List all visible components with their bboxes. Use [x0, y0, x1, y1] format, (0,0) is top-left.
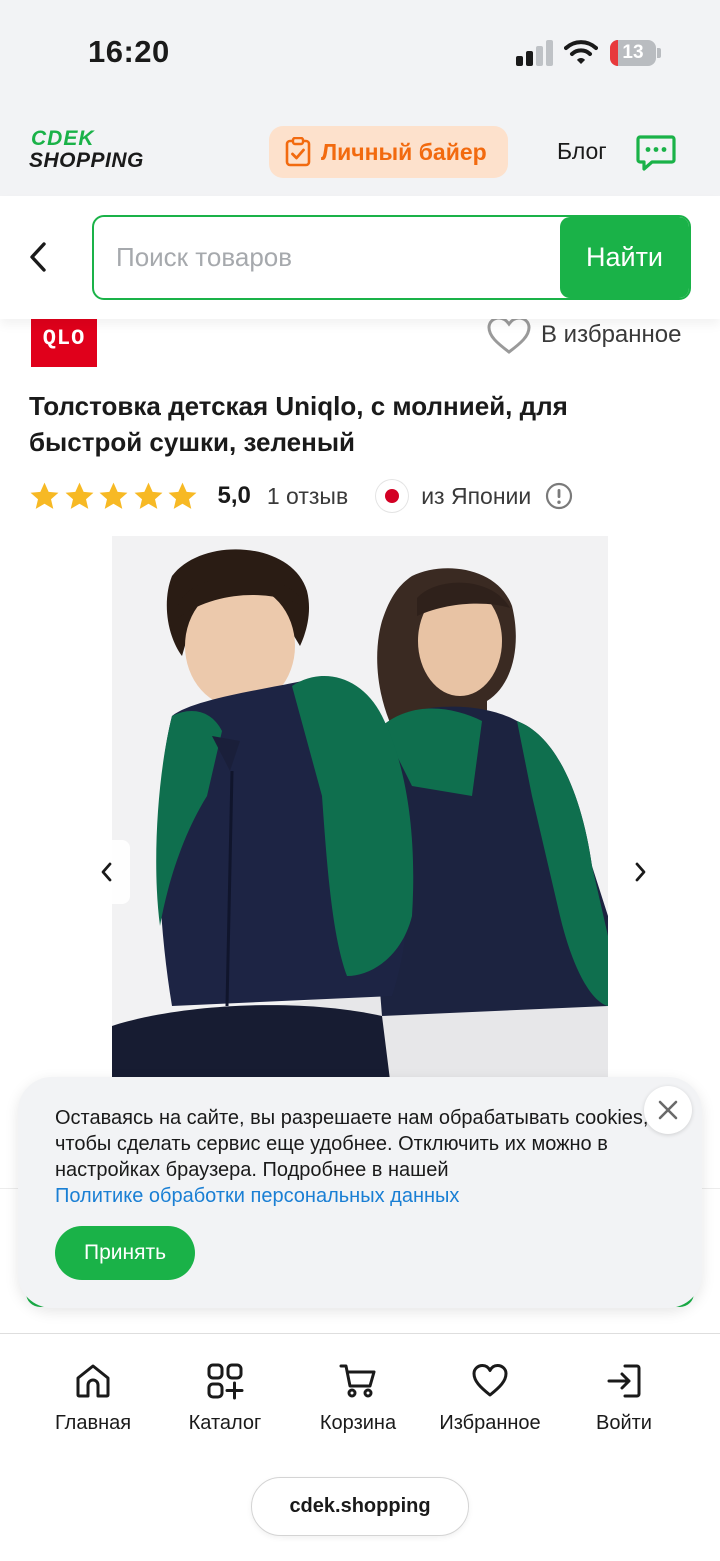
search-box: Найти [92, 215, 691, 300]
nav-login-label: Войти [596, 1412, 652, 1434]
cookie-banner: Оставаясь на сайте, вы разрешаете нам об… [18, 1077, 702, 1308]
brand-logo-line2: QLO [42, 326, 86, 351]
nav-cart[interactable]: Корзина [293, 1362, 423, 1435]
origin-country: из Японии [421, 482, 532, 509]
cart-icon [339, 1364, 376, 1398]
reviews-link[interactable]: 1 отзыв [267, 483, 348, 510]
product-photo [112, 536, 608, 1096]
home-icon [76, 1364, 110, 1398]
cookie-text: Оставаясь на сайте, вы разрешаете нам об… [55, 1105, 655, 1209]
cookie-accept-button[interactable]: Принять [55, 1226, 195, 1280]
cookie-message: Оставаясь на сайте, вы разрешаете нам об… [55, 1107, 649, 1181]
nav-login[interactable]: Войти [559, 1362, 689, 1435]
rating-row: 5,0 1 отзыв из Японии [29, 478, 573, 514]
status-time: 16:20 [88, 34, 170, 69]
rating-value: 5,0 [217, 482, 251, 509]
info-icon[interactable] [545, 482, 573, 510]
catalog-icon [207, 1363, 244, 1400]
nav-favorites[interactable]: Избранное [425, 1362, 555, 1435]
heart-outline-icon [487, 316, 531, 354]
signal-icon [516, 40, 554, 66]
wifi-icon [564, 40, 598, 64]
nav-catalog-label: Каталог [188, 1412, 262, 1434]
star-icon [134, 482, 162, 509]
battery-level: 13 [622, 42, 644, 63]
favorites-label: В избранное [541, 321, 682, 348]
product-title: Толстовка детская Uniqlo, с молнией, для… [29, 391, 568, 457]
gallery-prev-button[interactable] [84, 840, 130, 904]
chevron-right-icon [635, 862, 646, 882]
close-icon [658, 1100, 678, 1120]
product-image[interactable] [112, 536, 608, 1096]
personal-buyer-button[interactable]: Личный байер [269, 126, 508, 178]
battery-icon: 13 [610, 40, 656, 66]
nav-catalog[interactable]: Каталог [160, 1362, 290, 1435]
star-icon [168, 482, 197, 509]
search-row: Найти [0, 196, 720, 319]
login-icon [607, 1364, 641, 1398]
cookie-close-button[interactable] [644, 1086, 692, 1134]
nav-home-label: Главная [54, 1412, 132, 1434]
cdek-shopping-logo[interactable]: CDEK SHOPPING [29, 127, 149, 177]
chevron-left-icon [101, 862, 112, 882]
back-arrow-icon[interactable] [26, 238, 52, 276]
search-input[interactable] [94, 217, 562, 298]
gallery-next-button[interactable] [620, 846, 660, 898]
logo-bottom: SHOPPING [29, 149, 144, 172]
star-icon [30, 482, 59, 509]
logo-top: CDEK [31, 127, 95, 150]
blog-link[interactable]: Блог [557, 138, 607, 165]
chat-bubble-icon[interactable] [636, 134, 676, 172]
add-to-favorites-button[interactable]: В избранное [486, 314, 681, 356]
clipboard-check-icon [285, 137, 311, 167]
star-icon [65, 482, 93, 509]
nav-favorites-label: Избранное [439, 1412, 541, 1434]
status-bar: 16:20 13 [0, 0, 720, 100]
rating-stars [29, 481, 202, 511]
japan-flag-icon [376, 480, 409, 512]
personal-buyer-label: Личный байер [321, 138, 487, 165]
privacy-policy-link[interactable]: Политике обработки персональных данных [55, 1185, 459, 1207]
bottom-navigation: Главная Каталог Корзина Избранное Войти … [0, 1333, 720, 1561]
heart-icon [472, 1364, 508, 1397]
nav-home[interactable]: Главная [28, 1362, 158, 1435]
browser-url-bar[interactable]: cdek.shopping [251, 1477, 469, 1536]
nav-cart-label: Корзина [319, 1412, 397, 1434]
search-button[interactable]: Найти [560, 217, 689, 298]
star-icon [99, 482, 128, 509]
